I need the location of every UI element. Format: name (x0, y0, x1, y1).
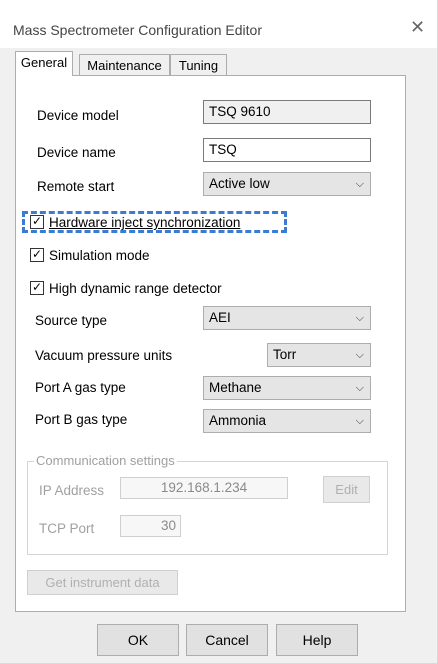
tab-tuning[interactable]: Tuning (170, 54, 227, 75)
tcp-port-label: TCP Port (39, 521, 95, 536)
chevron-down-icon: ⌵ (355, 312, 364, 324)
port-b-gas-select[interactable]: Ammonia ⌵ (203, 409, 371, 433)
window-title: Mass Spectrometer Configuration Editor (13, 22, 262, 38)
tcp-port-field: 30 (120, 515, 181, 537)
high-dynamic-range-label: High dynamic range detector (49, 281, 222, 296)
source-type-label: Source type (35, 313, 108, 328)
port-b-gas-label: Port B gas type (35, 412, 128, 427)
chevron-down-icon: ⌵ (355, 178, 364, 190)
source-type-value: AEI (209, 310, 231, 325)
device-model-field: TSQ 9610 (203, 100, 371, 124)
checkbox-box: ✓ (30, 247, 44, 262)
port-a-gas-value: Methane (209, 380, 262, 395)
tab-general[interactable]: General (15, 51, 73, 76)
remote-start-label: Remote start (37, 179, 115, 194)
port-b-gas-value: Ammonia (209, 413, 267, 428)
tab-maintenance[interactable]: Maintenance (79, 54, 170, 75)
port-a-gas-select[interactable]: Methane ⌵ (203, 376, 371, 400)
edit-button: Edit (323, 476, 370, 503)
ok-button[interactable]: OK (97, 624, 179, 656)
cancel-button[interactable]: Cancel (186, 624, 268, 656)
checkmark-icon: ✓ (32, 214, 43, 228)
vacuum-units-select[interactable]: Torr ⌵ (267, 343, 371, 367)
vacuum-units-value: Torr (273, 347, 297, 362)
device-model-label: Device model (37, 108, 119, 123)
remote-start-select[interactable]: Active low ⌵ (203, 172, 371, 196)
device-name-input[interactable]: TSQ (203, 138, 371, 162)
chevron-down-icon: ⌵ (355, 415, 364, 427)
checkmark-icon: ✓ (32, 280, 43, 294)
title-bar: Mass Spectrometer Configuration Editor ✕ (0, 0, 437, 48)
close-icon[interactable]: ✕ (410, 18, 425, 36)
source-type-select[interactable]: AEI ⌵ (203, 306, 371, 330)
checkbox-box: ✓ (30, 280, 44, 295)
ip-address-label: IP Address (39, 483, 105, 498)
config-editor-window: Mass Spectrometer Configuration Editor ✕… (0, 0, 438, 664)
chevron-down-icon: ⌵ (355, 382, 364, 394)
simulation-mode-label: Simulation mode (49, 248, 150, 263)
get-instrument-data-button: Get instrument data (27, 570, 178, 595)
chevron-down-icon: ⌵ (355, 349, 364, 361)
vacuum-units-label: Vacuum pressure units (35, 348, 173, 363)
high-dynamic-range-checkbox[interactable]: ✓ High dynamic range detector (30, 280, 222, 298)
ip-address-field: 192.168.1.234 (120, 477, 288, 499)
device-name-label: Device name (37, 145, 116, 160)
communication-settings-title: Communication settings (34, 453, 177, 468)
hardware-inject-sync-label: Hardware inject synchronization (49, 215, 241, 230)
checkmark-icon: ✓ (32, 247, 43, 261)
help-button[interactable]: Help (276, 624, 358, 656)
hardware-inject-sync-checkbox[interactable]: ✓ Hardware inject synchronization (30, 214, 240, 232)
remote-start-value: Active low (209, 176, 270, 191)
simulation-mode-checkbox[interactable]: ✓ Simulation mode (30, 247, 150, 265)
checkbox-box: ✓ (30, 214, 44, 229)
port-a-gas-label: Port A gas type (35, 380, 126, 395)
